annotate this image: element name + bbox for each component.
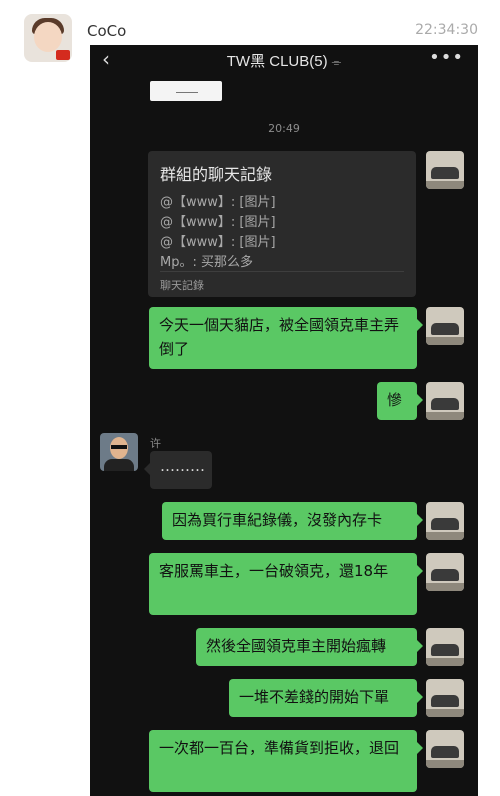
sender-avatar[interactable] [100,433,138,471]
forwarded-chat-card[interactable]: 群組的聊天記錄 @【www】: [图片] @【www】: [图片] @【www】… [148,151,416,297]
my-avatar[interactable] [426,502,464,540]
card-divider [160,271,404,272]
outgoing-message[interactable]: 然後全國領克車主開始瘋轉 [196,628,423,666]
card-line: @【www】: [图片] [160,235,276,250]
chat-screenshot: ‹ TW黑 CLUB(5) ⌯ ••• 20:49 群組的聊天記錄 @【www】:… [90,45,478,796]
avatar-face [34,22,62,52]
sticker-image[interactable] [150,81,222,101]
message-timestamp: 20:49 [268,122,300,135]
outgoing-message[interactable]: 一次都一百台，準備貨到拒收，退回 [149,730,423,792]
outgoing-message[interactable]: 慘 [377,382,423,420]
my-avatar[interactable] [426,151,464,189]
sender-name: 许 [150,437,161,450]
incoming-message[interactable]: ……… [144,451,212,489]
my-avatar[interactable] [426,730,464,768]
my-avatar[interactable] [426,553,464,591]
outgoing-message[interactable]: 一堆不差錢的開始下單 [229,679,423,717]
outgoing-message[interactable]: 今天一個天貓店，被全國領克車主弄倒了 [149,307,423,369]
outgoing-message[interactable]: 客服罵車主，一台破領克，還18年 [149,553,423,615]
bell-off-icon: ⌯ [331,55,342,69]
my-avatar[interactable] [426,307,464,345]
more-dots-icon[interactable]: ••• [429,47,464,68]
card-line: @【www】: [图片] [160,215,276,230]
card-line: Mp。: 买那么多 [160,255,253,270]
post-avatar[interactable] [24,14,72,62]
card-footer: 聊天記錄 [160,279,204,292]
chat-topbar: ‹ TW黑 CLUB(5) ⌯ ••• [90,45,478,75]
card-line: @【www】: [图片] [160,195,276,210]
outgoing-message[interactable]: 因為買行車紀錄儀，沒發內存卡 [162,502,423,540]
my-avatar[interactable] [426,628,464,666]
flag-icon [56,50,70,60]
chat-title: TW黑 CLUB(5) [226,53,328,70]
post-time: 22:34:30 [415,22,478,38]
my-avatar[interactable] [426,382,464,420]
chat-title-wrap: TW黑 CLUB(5) ⌯ [90,50,478,71]
card-title: 群組的聊天記錄 [160,165,273,184]
post-username[interactable]: CoCo [87,22,126,40]
my-avatar[interactable] [426,679,464,717]
